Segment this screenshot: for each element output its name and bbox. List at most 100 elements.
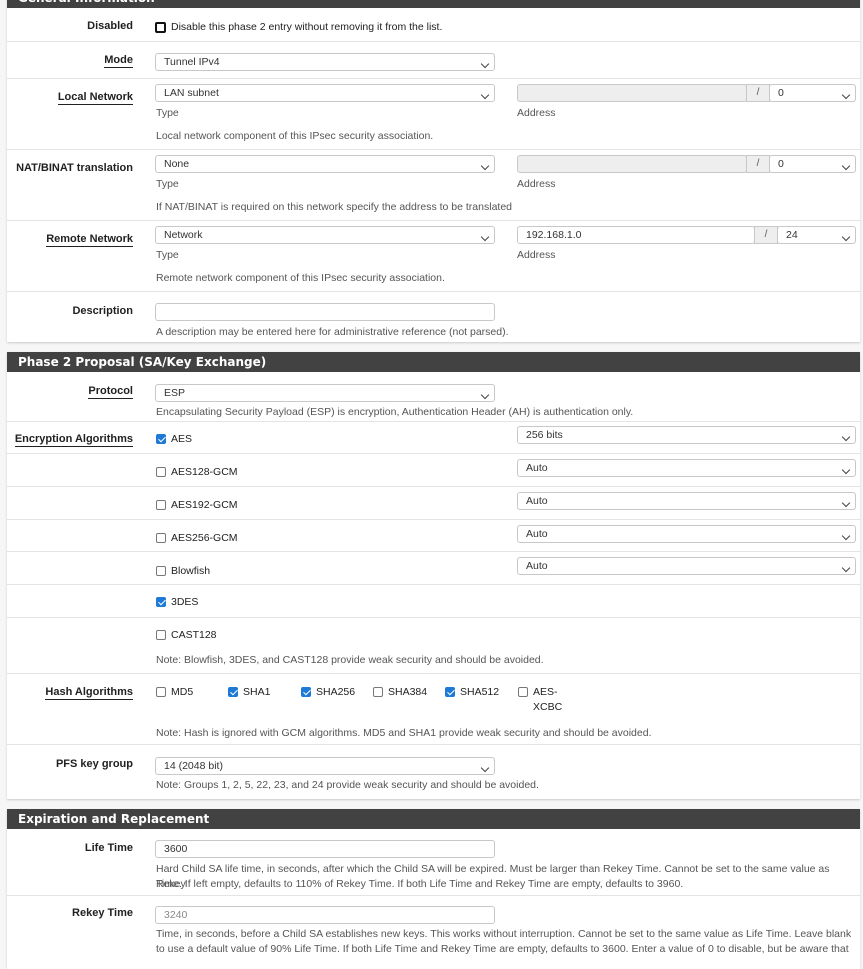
description-help: A description may be entered here for ad… (156, 326, 509, 338)
sha512-checkbox[interactable] (445, 687, 455, 697)
disabled-row: Disabled Disable this phase 2 entry with… (7, 8, 860, 42)
sha384-checkbox[interactable] (373, 687, 383, 697)
sha256-label: SHA256 (316, 686, 356, 698)
hash-algorithms-label: Hash Algorithms (45, 686, 133, 700)
keylen-value: Auto (526, 528, 548, 540)
sha384-label: SHA384 (388, 686, 428, 698)
description-label: Description (72, 305, 133, 317)
local-network-type-value: LAN subnet (164, 87, 219, 99)
chevron-down-icon (482, 54, 488, 70)
remote-network-type-select[interactable]: Network (155, 226, 495, 244)
local-network-type-select[interactable]: LAN subnet (155, 84, 495, 102)
disabled-text: Disable this phase 2 entry without remov… (171, 21, 443, 33)
aes128-gcm-checkbox[interactable] (156, 467, 166, 477)
section-title: Expiration and Replacement (7, 809, 860, 829)
nat-type-value: None (164, 158, 190, 170)
disabled-checkbox[interactable] (155, 22, 166, 33)
remote-network-address-input[interactable]: 192.168.1.0 (517, 226, 755, 244)
local-network-help: Local network component of this IPsec se… (156, 130, 434, 142)
remote-network-mask-select[interactable]: 24 (777, 226, 856, 244)
local-network-mask-select[interactable]: 0 (769, 84, 856, 102)
chevron-down-icon (843, 460, 849, 476)
chevron-down-icon (843, 526, 849, 542)
aes192-gcm-keylen-select[interactable]: Auto (517, 492, 856, 510)
blowfish-keylen-select[interactable]: Auto (517, 557, 856, 575)
mask-value: 0 (778, 158, 784, 170)
local-network-address-input[interactable] (517, 84, 747, 102)
rekey-time-help-line2: to use a default value of 90% Life Time.… (156, 943, 849, 955)
aes128-gcm-label: AES128-GCM (171, 466, 238, 478)
aes-xcbc-label: AES- (533, 686, 558, 698)
rekey-time-input[interactable]: 3240 (155, 906, 495, 924)
aes-checkbox[interactable] (156, 434, 166, 444)
address-label: Address (517, 107, 556, 119)
encryption-row-aes128gcm: AES128-GCM Auto (7, 454, 860, 487)
remote-network-help: Remote network component of this IPsec s… (156, 272, 445, 284)
mask-value: 0 (778, 87, 784, 99)
chevron-down-icon (843, 493, 849, 509)
mode-row: Mode Tunnel IPv4 (7, 42, 860, 79)
protocol-help: Encapsulating Security Payload (ESP) is … (156, 406, 634, 418)
sha1-checkbox[interactable] (228, 687, 238, 697)
mask-separator: / (746, 84, 770, 102)
chevron-down-icon (482, 156, 488, 172)
cast128-label: CAST128 (171, 629, 217, 641)
life-time-input[interactable]: 3600 (155, 840, 495, 858)
blowfish-checkbox[interactable] (156, 566, 166, 576)
description-input[interactable] (155, 303, 495, 321)
md5-checkbox[interactable] (156, 687, 166, 697)
protocol-value: ESP (164, 387, 186, 399)
nat-row: NAT/BINAT translation None Type / 0 Addr… (7, 150, 860, 221)
aes256-gcm-keylen-select[interactable]: Auto (517, 525, 856, 543)
keylen-value: 256 bits (526, 429, 563, 441)
nat-type-select[interactable]: None (155, 155, 495, 173)
general-information-panel: General Information Disabled Disable thi… (7, 0, 860, 342)
life-time-row: Life Time 3600 Hard Child SA life time, … (7, 829, 860, 896)
pfs-key-group-label: PFS key group (55, 758, 133, 770)
keylen-value: Auto (526, 560, 548, 572)
pfs-note: Note: Groups 1, 2, 5, 22, 23, and 24 pro… (156, 779, 539, 791)
rekey-time-help-line1: Time, in seconds, before a Child SA esta… (156, 928, 852, 940)
chevron-down-icon (482, 227, 488, 243)
sha256-checkbox[interactable] (301, 687, 311, 697)
3des-checkbox[interactable] (156, 597, 166, 607)
encryption-algorithms-label: Encryption Algorithms (14, 433, 133, 447)
remote-network-label: Remote Network (46, 233, 133, 247)
mode-select[interactable]: Tunnel IPv4 (155, 53, 495, 71)
encryption-row-cast128: CAST128 Note: Blowfish, 3DES, and CAST12… (7, 618, 860, 674)
protocol-row: Protocol ESP Encapsulating Security Payl… (7, 372, 860, 422)
aes192-gcm-checkbox[interactable] (156, 500, 166, 510)
type-label: Type (156, 249, 179, 261)
aes-xcbc-label-line2: XCBC (533, 701, 563, 713)
rekey-time-row: Rekey Time 3240 Time, in seconds, before… (7, 896, 860, 966)
address-label: Address (517, 178, 556, 190)
encryption-note: Note: Blowfish, 3DES, and CAST128 provid… (156, 654, 544, 666)
aes192-gcm-label: AES192-GCM (171, 499, 238, 511)
remote-network-row: Remote Network Network Type 192.168.1.0 … (7, 221, 860, 292)
pfs-value: 14 (2048 bit) (164, 760, 223, 772)
nat-mask-select[interactable]: 0 (769, 155, 856, 173)
mode-value: Tunnel IPv4 (164, 56, 220, 68)
mask-value: 24 (786, 229, 798, 241)
nat-help: If NAT/BINAT is required on this network… (156, 201, 513, 213)
description-row: Description A description may be entered… (7, 292, 860, 342)
aes128-gcm-keylen-select[interactable]: Auto (517, 459, 856, 477)
cast128-checkbox[interactable] (156, 630, 166, 640)
protocol-select[interactable]: ESP (155, 384, 495, 402)
chevron-down-icon (482, 385, 488, 401)
aes-keylen-select[interactable]: 256 bits (517, 426, 856, 444)
pfs-key-group-select[interactable]: 14 (2048 bit) (155, 757, 495, 775)
nat-address-input[interactable] (517, 155, 747, 173)
mask-separator: / (754, 226, 778, 244)
expiration-panel: Expiration and Replacement Life Time 360… (7, 809, 860, 969)
life-time-label: Life Time (84, 842, 133, 854)
nat-label: NAT/BINAT translation (16, 162, 133, 174)
mask-separator: / (746, 155, 770, 173)
mode-label: Mode (104, 54, 133, 68)
aes-xcbc-checkbox[interactable] (518, 687, 528, 697)
sha512-label: SHA512 (460, 686, 500, 698)
aes256-gcm-checkbox[interactable] (156, 533, 166, 543)
sha1-label: SHA1 (243, 686, 271, 698)
life-time-help-line2: Time. If left empty, defaults to 110% of… (156, 878, 684, 890)
hash-note: Note: Hash is ignored with GCM algorithm… (156, 727, 652, 739)
